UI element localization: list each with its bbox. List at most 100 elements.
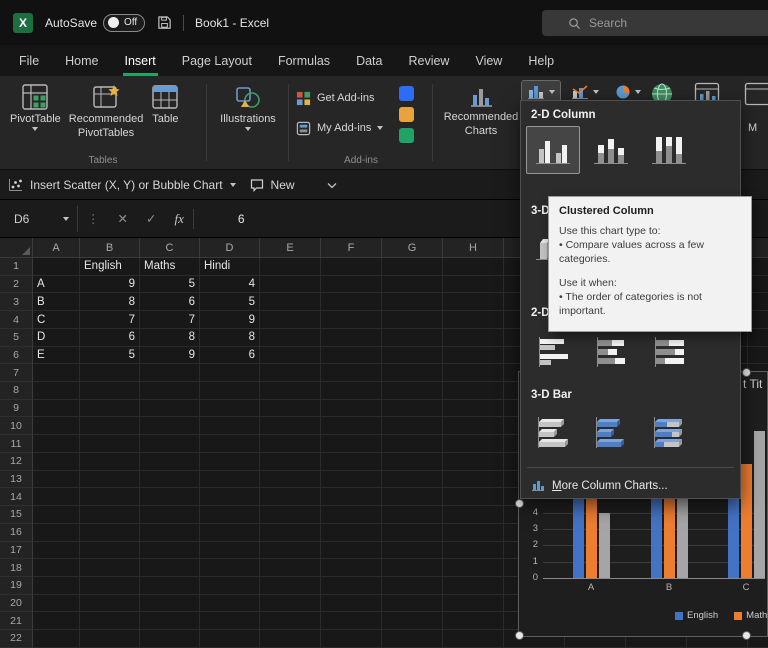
cell-D10[interactable] xyxy=(200,417,260,435)
cell-D5[interactable]: 8 xyxy=(200,329,260,347)
cell-A17[interactable] xyxy=(33,542,80,560)
cell-H7[interactable] xyxy=(443,364,504,382)
insert-scatter-chart-button[interactable]: Insert Scatter (X, Y) or Bubble Chart xyxy=(8,178,236,192)
chart-type-3d-stacked-bar[interactable] xyxy=(585,409,637,455)
row-header-12[interactable]: 12 xyxy=(0,453,33,471)
column-header-D[interactable]: D xyxy=(200,238,260,257)
cell-F4[interactable] xyxy=(321,311,382,329)
cell-B10[interactable] xyxy=(80,417,140,435)
chart-bar-hindi-C[interactable] xyxy=(754,431,765,578)
insert-function-button[interactable]: fx xyxy=(174,211,183,227)
cell-E21[interactable] xyxy=(260,612,321,630)
cell-D15[interactable] xyxy=(200,506,260,524)
cell-H11[interactable] xyxy=(443,435,504,453)
row-header-17[interactable]: 17 xyxy=(0,542,33,560)
cell-G18[interactable] xyxy=(382,559,443,577)
cell-A8[interactable] xyxy=(33,382,80,400)
tab-insert[interactable]: Insert xyxy=(112,45,169,76)
tours-button[interactable] xyxy=(744,82,768,111)
cell-D21[interactable] xyxy=(200,612,260,630)
cell-C14[interactable] xyxy=(140,488,200,506)
cell-B20[interactable] xyxy=(80,595,140,613)
row-header-10[interactable]: 10 xyxy=(0,417,33,435)
cell-H18[interactable] xyxy=(443,559,504,577)
cell-H17[interactable] xyxy=(443,542,504,560)
cell-B22[interactable] xyxy=(80,630,140,648)
cell-C19[interactable] xyxy=(140,577,200,595)
cell-E2[interactable] xyxy=(260,276,321,294)
cell-A16[interactable] xyxy=(33,524,80,542)
cell-C13[interactable] xyxy=(140,471,200,489)
cell-D17[interactable] xyxy=(200,542,260,560)
cell-D11[interactable] xyxy=(200,435,260,453)
cell-G19[interactable] xyxy=(382,577,443,595)
cell-B2[interactable]: 9 xyxy=(80,276,140,294)
cell-B16[interactable] xyxy=(80,524,140,542)
row-header-9[interactable]: 9 xyxy=(0,400,33,418)
cell[interactable] xyxy=(748,347,768,365)
cell-C15[interactable] xyxy=(140,506,200,524)
illustrations-button[interactable]: Illustrations xyxy=(216,80,280,131)
chart-type-3d-clustered-bar[interactable] xyxy=(527,409,579,455)
chart-type-stacked-bar[interactable] xyxy=(585,329,637,375)
cell-G14[interactable] xyxy=(382,488,443,506)
cell-F17[interactable] xyxy=(321,542,382,560)
cell-C4[interactable]: 7 xyxy=(140,311,200,329)
cell-E19[interactable] xyxy=(260,577,321,595)
cell-C21[interactable] xyxy=(140,612,200,630)
cell-C2[interactable]: 5 xyxy=(140,276,200,294)
row-header-8[interactable]: 8 xyxy=(0,382,33,400)
cell-C20[interactable] xyxy=(140,595,200,613)
cell-C12[interactable] xyxy=(140,453,200,471)
cell-D19[interactable] xyxy=(200,577,260,595)
cell-E10[interactable] xyxy=(260,417,321,435)
addin-app-icon-orange[interactable] xyxy=(399,107,414,122)
cell-B13[interactable] xyxy=(80,471,140,489)
cell-E13[interactable] xyxy=(260,471,321,489)
cell-F21[interactable] xyxy=(321,612,382,630)
cell-F20[interactable] xyxy=(321,595,382,613)
cell-F13[interactable] xyxy=(321,471,382,489)
cell-G9[interactable] xyxy=(382,400,443,418)
cell-A6[interactable]: E xyxy=(33,347,80,365)
select-all-button[interactable] xyxy=(0,238,33,257)
row-header-6[interactable]: 6 xyxy=(0,347,33,365)
cell-E3[interactable] xyxy=(260,293,321,311)
cell-B21[interactable] xyxy=(80,612,140,630)
row-header-22[interactable]: 22 xyxy=(0,630,33,648)
cell-B14[interactable] xyxy=(80,488,140,506)
cell-H2[interactable] xyxy=(443,276,504,294)
tab-file[interactable]: File xyxy=(6,45,52,76)
cell-A18[interactable] xyxy=(33,559,80,577)
name-box[interactable]: D6 xyxy=(6,206,78,232)
cell-A21[interactable] xyxy=(33,612,80,630)
cell-H5[interactable] xyxy=(443,329,504,347)
cell-A2[interactable]: A xyxy=(33,276,80,294)
cell-D12[interactable] xyxy=(200,453,260,471)
row-header-18[interactable]: 18 xyxy=(0,559,33,577)
cell-G21[interactable] xyxy=(382,612,443,630)
cell-F1[interactable] xyxy=(321,258,382,276)
cell-B1[interactable]: English xyxy=(80,258,140,276)
cell-G11[interactable] xyxy=(382,435,443,453)
cell-H9[interactable] xyxy=(443,400,504,418)
new-comment-button[interactable]: New xyxy=(250,178,295,192)
cell-H15[interactable] xyxy=(443,506,504,524)
cell-H3[interactable] xyxy=(443,293,504,311)
cell-E17[interactable] xyxy=(260,542,321,560)
cell-D20[interactable] xyxy=(200,595,260,613)
cell-G13[interactable] xyxy=(382,471,443,489)
row-header-15[interactable]: 15 xyxy=(0,506,33,524)
autosave-control[interactable]: AutoSave Off xyxy=(45,14,145,32)
column-header-E[interactable]: E xyxy=(260,238,321,257)
cell-D2[interactable]: 4 xyxy=(200,276,260,294)
row-header-2[interactable]: 2 xyxy=(0,276,33,294)
cell-E8[interactable] xyxy=(260,382,321,400)
cell-C6[interactable]: 9 xyxy=(140,347,200,365)
tab-formulas[interactable]: Formulas xyxy=(265,45,343,76)
cell-F8[interactable] xyxy=(321,382,382,400)
cell-H16[interactable] xyxy=(443,524,504,542)
excel-app-icon[interactable]: X xyxy=(13,13,33,33)
cell-G16[interactable] xyxy=(382,524,443,542)
column-header-B[interactable]: B xyxy=(80,238,140,257)
